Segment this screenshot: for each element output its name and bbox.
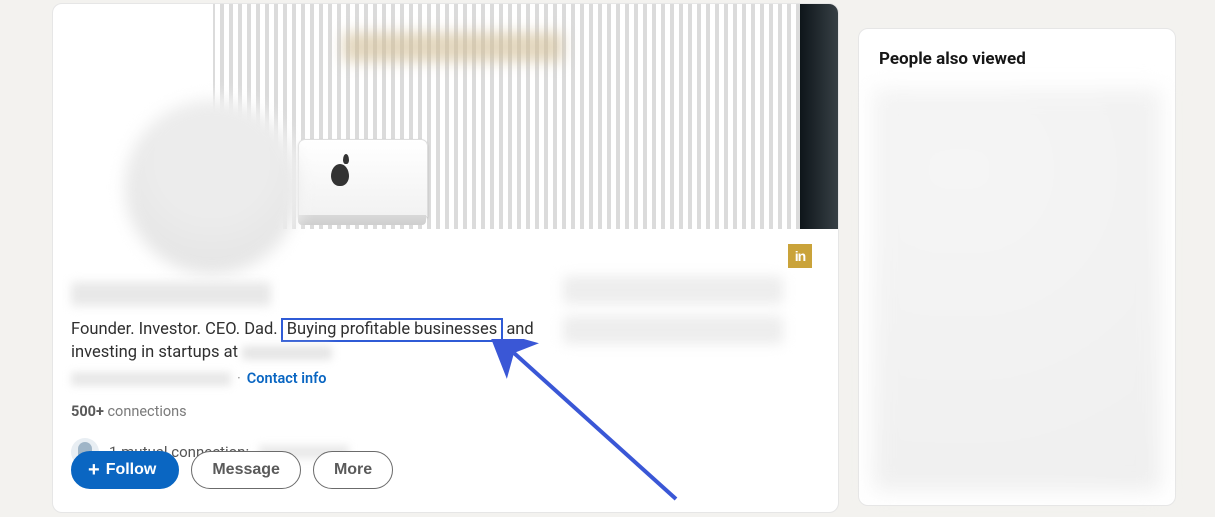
profile-photo-blurred: [121, 96, 303, 278]
plus-icon: +: [88, 462, 100, 478]
headline-company-blurred: [242, 346, 332, 360]
message-button[interactable]: Message: [191, 451, 301, 489]
contact-info-link[interactable]: Contact info: [247, 370, 327, 387]
annotation-highlight-box: Buying profitable businesses: [281, 318, 503, 342]
location-blurred: [71, 372, 231, 386]
people-also-viewed-title: People also viewed: [879, 49, 1155, 69]
linkedin-badge-icon: in: [788, 244, 812, 268]
headline-text-pre: Founder. Investor. CEO. Dad.: [71, 320, 282, 339]
profile-headline: Founder. Investor. CEO. Dad. Buying prof…: [71, 318, 591, 364]
cover-edge: [800, 4, 838, 229]
cover-signage-blurred: [343, 32, 563, 62]
people-also-viewed-card: People also viewed: [858, 28, 1176, 506]
profile-intro: Founder. Investor. CEO. Dad. Buying prof…: [71, 282, 591, 466]
connections-label: connections: [104, 403, 187, 420]
people-also-viewed-list-blurred: [873, 89, 1161, 491]
education-blurred: [563, 316, 783, 344]
connections-number: 500+: [71, 403, 104, 420]
profile-actions: + Follow Message More: [71, 451, 393, 489]
location-contact-row: · Contact info: [71, 370, 591, 387]
cover-monitor: [298, 139, 448, 229]
current-company-blurred: [563, 276, 783, 304]
follow-button[interactable]: + Follow: [71, 451, 179, 489]
connections-count[interactable]: 500+ connections: [71, 403, 591, 420]
follow-button-label: Follow: [106, 460, 157, 480]
profile-name-blurred: [71, 282, 271, 306]
separator-dot: ·: [237, 370, 241, 387]
more-button[interactable]: More: [313, 451, 393, 489]
profile-card: in Founder. Investor. CEO. Dad. Buying p…: [52, 3, 839, 513]
